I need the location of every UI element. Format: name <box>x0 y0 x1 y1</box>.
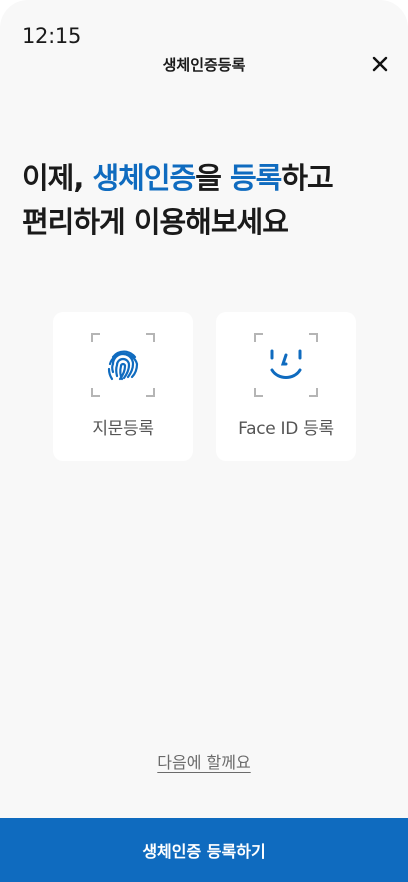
face-id-icon <box>254 333 318 397</box>
headline-accent-register: 등록 <box>230 161 282 195</box>
skip-later-link[interactable]: 다음에 할께요 <box>157 753 250 772</box>
register-biometric-button[interactable]: 생체인증 등록하기 <box>0 818 408 882</box>
close-icon <box>372 56 388 72</box>
headline-line-2: 편리하게 이용해보세요 <box>22 205 289 239</box>
headline-text: 을 <box>195 161 230 195</box>
fingerprint-option-label: 지문등록 <box>92 419 154 439</box>
status-bar-time: 12:15 <box>22 24 82 48</box>
page-title: 생체인증등록 <box>162 56 246 74</box>
headline-text: 이제, <box>22 161 93 195</box>
headline-accent-biometric: 생체인증 <box>92 161 196 195</box>
headline-text: 하고 <box>281 161 333 195</box>
fingerprint-icon <box>91 333 155 397</box>
face-id-option-card[interactable]: Face ID 등록 <box>216 312 356 461</box>
biometric-registration-screen: 12:15 생체인증등록 이제, 생체인증을 등록하고 편리하게 이용해보세요 <box>0 0 408 882</box>
close-button[interactable] <box>368 52 392 76</box>
headline: 이제, 생체인증을 등록하고 편리하게 이용해보세요 <box>22 156 388 244</box>
face-id-option-label: Face ID 등록 <box>238 419 334 439</box>
fingerprint-option-card[interactable]: 지문등록 <box>53 312 193 461</box>
headline-line-1: 이제, 생체인증을 등록하고 <box>22 156 388 200</box>
later-link-container: 다음에 할께요 <box>0 749 408 773</box>
